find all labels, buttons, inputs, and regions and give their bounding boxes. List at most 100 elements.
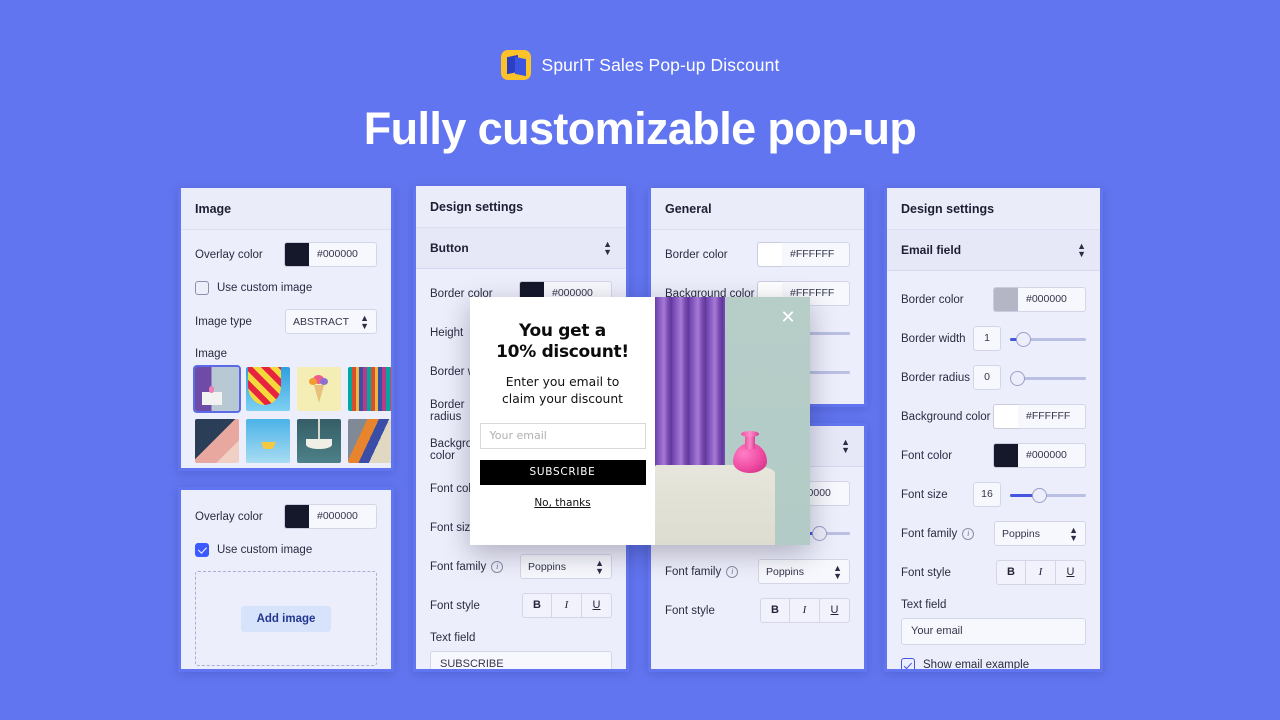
em-border-width-value[interactable]: 1 [973,326,1001,351]
thumb-paper-boat[interactable] [246,419,290,463]
use-custom-image-label-2: Use custom image [217,544,313,556]
em-border-color-label: Border color [901,293,964,306]
btn-font-family-label: Font family i [430,560,504,573]
btn-text-field-input[interactable]: SUBSCRIBE [430,651,612,669]
info-icon[interactable]: i [491,560,504,573]
add-image-button[interactable]: Add image [240,605,332,632]
em-bold-toggle[interactable]: B [996,560,1026,585]
overlay-color-row: Overlay color #000000 [195,242,377,267]
image-dropzone[interactable]: Add image [195,571,377,666]
brand-header: SpurIT Sales Pop-up Discount [0,50,1280,80]
button-section-select[interactable]: Button ▲ ▼ [416,228,626,269]
em-font-family-row: Font family i Poppins ▲ ▼ [901,521,1086,546]
use-custom-image-row[interactable]: Use custom image [195,281,377,295]
em-border-color-hex[interactable]: #000000 [1018,287,1086,312]
popup-subscribe-button[interactable]: SUBSCRIBE [479,459,646,485]
image-panel-title: Image [181,188,391,230]
gen-underline-toggle[interactable]: U [820,598,850,623]
popup-content: You get a 10% discount! Enter you email … [470,297,655,545]
close-icon[interactable]: ✕ [779,308,797,327]
thumb-hot-air-balloon[interactable] [246,367,290,411]
email-section-value: Email field [901,243,962,257]
btn-height-label: Height [430,326,464,339]
em-border-radius-slider[interactable] [1010,366,1086,390]
show-email-example-checkbox[interactable] [901,658,915,669]
custom-image-panel: Overlay color #000000 Use custom image A… [178,487,394,672]
gen-font-style-row: Font style B I U [665,598,850,623]
thumb-colored-books[interactable] [348,419,391,463]
btn-font-style-label: Font style [430,599,480,612]
use-custom-image-checkbox-2[interactable] [195,543,209,557]
chevron-updown-icon: ▲ ▼ [603,239,612,257]
popup-email-input[interactable]: Your email [479,422,646,449]
gen-border-color-hex[interactable]: #FFFFFF [782,242,850,267]
btn-font-family-select[interactable]: Poppins ▲ ▼ [520,554,612,579]
em-font-color-hex[interactable]: #000000 [1018,443,1086,468]
spurit-logo-icon [500,50,531,80]
use-custom-image-label: Use custom image [217,282,313,294]
info-icon[interactable]: i [726,565,739,578]
chevron-updown-icon: ▲ ▼ [833,562,842,581]
em-font-family-label: Font family i [901,527,975,540]
em-font-style-group: B I U [996,560,1086,585]
image-thumbnail-grid [193,365,391,463]
em-font-family-select[interactable]: Poppins ▲ ▼ [994,521,1086,546]
button-panel-title: Design settings [416,186,626,228]
image-type-select[interactable]: ABSTRACT ▲ ▼ [285,309,377,334]
btn-italic-toggle[interactable]: I [552,593,582,618]
btn-bold-toggle[interactable]: B [522,593,552,618]
em-italic-toggle[interactable]: I [1026,560,1056,585]
discount-popup-preview: You get a 10% discount! Enter you email … [470,297,810,545]
em-font-size-slider[interactable] [1010,483,1086,507]
em-border-radius-value[interactable]: 0 [973,365,1001,390]
chevron-updown-icon: ▲ ▼ [841,437,850,455]
thumb-pink-wall[interactable] [195,419,239,463]
em-font-style-row: Font style B I U [901,560,1086,585]
em-background-color-swatch[interactable] [993,404,1018,429]
overlay-color-swatch[interactable] [284,242,309,267]
em-background-color-row: Background color #FFFFFF [901,404,1086,429]
gen-italic-toggle[interactable]: I [790,598,820,623]
gen-bold-toggle[interactable]: B [760,598,790,623]
em-font-size-value[interactable]: 16 [973,482,1001,507]
popup-heading-line2: 10% discount! [496,341,629,362]
popup-decline-link[interactable]: No, thanks [534,497,590,509]
em-border-color-swatch[interactable] [993,287,1018,312]
em-text-field-label: Text field [901,599,947,611]
em-font-family-value: Poppins [1002,527,1040,540]
image-type-row: Image type ABSTRACT ▲ ▼ [195,309,377,334]
em-border-width-slider[interactable] [1010,327,1086,351]
overlay-color-hex[interactable]: #000000 [309,242,377,267]
overlay-color-label-2: Overlay color [195,510,263,523]
thumb-flower-cone[interactable] [297,367,341,411]
thumb-pink-candle[interactable] [193,365,241,413]
popup-image-pedestal [655,465,775,545]
gen-border-color-swatch[interactable] [757,242,782,267]
em-text-field-block: Text field Your email [901,599,1086,645]
em-border-width-label: Border width [901,332,966,345]
em-font-color-swatch[interactable] [993,443,1018,468]
gen-font-family-label: Font family i [665,565,739,578]
overlay-color-hex-2[interactable]: #000000 [309,504,377,529]
overlay-color-swatch-2[interactable] [284,504,309,529]
email-design-panel: Design settings Email field ▲ ▼ Border co… [884,188,1103,672]
email-section-select[interactable]: Email field ▲ ▼ [887,230,1100,271]
em-background-color-hex[interactable]: #FFFFFF [1018,404,1086,429]
use-custom-image-checkbox[interactable] [195,281,209,295]
thumb-pendant-lamp[interactable] [297,419,341,463]
info-icon[interactable]: i [962,527,975,540]
em-text-field-input[interactable]: Your email [901,618,1086,645]
em-font-size-label: Font size [901,488,948,501]
gen-font-family-select[interactable]: Poppins ▲ ▼ [758,559,850,584]
em-underline-toggle[interactable]: U [1056,560,1086,585]
gen-font-style-label: Font style [665,604,715,617]
popup-heading-line1: You get a [519,321,606,341]
gen-font-family-value: Poppins [766,565,804,578]
btn-underline-toggle[interactable]: U [582,593,612,618]
page-root: SpurIT Sales Pop-up Discount Fully custo… [0,0,1280,720]
thumb-rainbow-corridor[interactable] [348,367,391,411]
em-font-color-row: Font color #000000 [901,443,1086,468]
use-custom-image-row-2[interactable]: Use custom image [195,543,377,557]
show-email-example-row[interactable]: Show email example [901,658,1086,669]
btn-font-style-row: Font style B I U [430,593,612,618]
